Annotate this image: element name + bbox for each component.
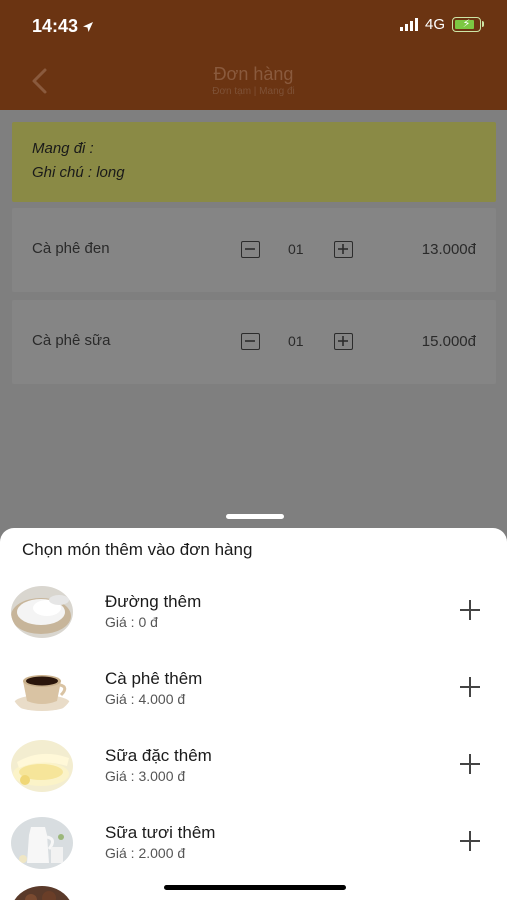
plus-icon bbox=[460, 754, 480, 774]
coffee-cup-image bbox=[11, 663, 73, 715]
decrease-qty-button[interactable] bbox=[241, 241, 260, 258]
next-item-image bbox=[11, 886, 73, 900]
minus-icon bbox=[245, 248, 255, 250]
fresh-milk-image bbox=[11, 817, 73, 869]
network-label: 4G bbox=[424, 16, 445, 33]
sheet-drag-handle[interactable] bbox=[226, 514, 284, 519]
extra-name: Đường thêm bbox=[105, 592, 202, 611]
item-name: Cà phê đen bbox=[32, 240, 110, 257]
extra-price: Giá : 3.000 đ bbox=[105, 768, 186, 784]
location-arrow-icon bbox=[83, 21, 94, 32]
status-time: 14:43 bbox=[32, 16, 94, 37]
extra-price: Giá : 0 đ bbox=[105, 614, 158, 630]
page-title: Đơn hàng bbox=[213, 64, 294, 84]
qty-value: 01 bbox=[288, 241, 304, 257]
signal-icon bbox=[399, 18, 418, 31]
extra-price: Giá : 4.000 đ bbox=[105, 691, 186, 707]
add-extra-button[interactable] bbox=[458, 598, 482, 622]
sugar-image bbox=[11, 586, 73, 638]
status-indicators: 4G ⚡ bbox=[399, 16, 484, 33]
item-price: 15.000đ bbox=[421, 333, 476, 350]
item-price: 13.000đ bbox=[421, 241, 476, 258]
battery-charging-icon: ⚡ bbox=[452, 17, 484, 32]
order-item: Cà phê đen 01 13.000đ bbox=[12, 208, 496, 292]
add-extra-button[interactable] bbox=[458, 829, 482, 853]
item-name: Cà phê sữa bbox=[32, 332, 111, 349]
note-takeaway: Mang đi : bbox=[32, 140, 94, 157]
add-extra-button[interactable] bbox=[458, 752, 482, 776]
decrease-qty-button[interactable] bbox=[241, 333, 260, 350]
plus-icon bbox=[338, 336, 348, 346]
minus-icon bbox=[245, 340, 255, 342]
plus-icon bbox=[338, 244, 348, 254]
home-indicator[interactable] bbox=[164, 885, 346, 890]
order-note: Mang đi : Ghi chú : long bbox=[12, 122, 496, 202]
extra-item-sugar[interactable]: Đường thêm Giá : 0 đ bbox=[0, 578, 507, 650]
extra-name: Cà phê thêm bbox=[105, 669, 203, 688]
add-extra-button[interactable] bbox=[458, 675, 482, 699]
qty-value: 01 bbox=[288, 333, 304, 349]
plus-icon bbox=[460, 677, 480, 697]
increase-qty-button[interactable] bbox=[334, 333, 353, 350]
app-header: 14:43 4G ⚡ Đơn hàng Đơn tạm | Mang đi bbox=[0, 0, 507, 110]
condensed-milk-image bbox=[11, 740, 73, 792]
extra-name: Sữa đặc thêm bbox=[105, 746, 212, 765]
page-subtitle: Đơn tạm | Mang đi bbox=[212, 86, 295, 97]
extra-item-coffee[interactable]: Cà phê thêm Giá : 4.000 đ bbox=[0, 655, 507, 727]
extra-item-fresh-milk[interactable]: Sữa tươi thêm Giá : 2.000 đ bbox=[0, 809, 507, 881]
extra-name: Sữa tươi thêm bbox=[105, 823, 216, 842]
note-comment: Ghi chú : long bbox=[32, 164, 125, 181]
extra-item-condensed-milk[interactable]: Sữa đặc thêm Giá : 3.000 đ bbox=[0, 732, 507, 804]
extra-price: Giá : 2.000 đ bbox=[105, 845, 186, 861]
sheet-title: Chọn món thêm vào đơn hàng bbox=[22, 540, 253, 559]
plus-icon bbox=[460, 600, 480, 620]
order-item: Cà phê sữa 01 15.000đ bbox=[12, 300, 496, 384]
increase-qty-button[interactable] bbox=[334, 241, 353, 258]
order-screen: 14:43 4G ⚡ Đơn hàng Đơn tạm | Mang đi Ma… bbox=[0, 0, 507, 900]
extras-bottom-sheet: Chọn món thêm vào đơn hàng Đường thêm Gi… bbox=[0, 528, 507, 900]
plus-icon bbox=[460, 831, 480, 851]
clock-text: 14:43 bbox=[32, 16, 79, 36]
